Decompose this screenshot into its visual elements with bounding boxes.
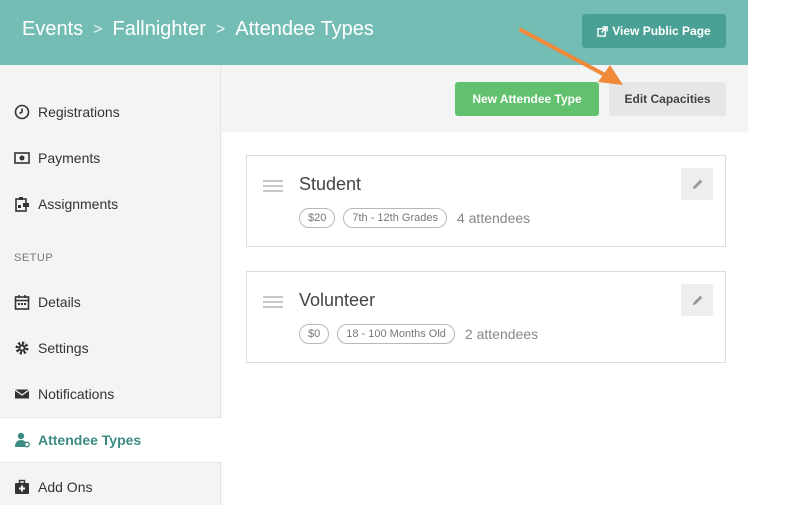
breadcrumb-separator: >	[215, 20, 226, 38]
money-icon	[14, 150, 30, 166]
breadcrumb-separator: >	[93, 20, 103, 38]
sidebar-item-label: Notifications	[38, 386, 115, 402]
sidebar-item-label: Payments	[38, 150, 101, 166]
sidebar-item-payments[interactable]: Payments	[0, 135, 221, 181]
breadcrumb-events[interactable]: Events	[22, 18, 83, 41]
edit-attendee-type-button[interactable]	[681, 168, 713, 200]
sidebar-item-label: Settings	[38, 340, 89, 356]
pencil-icon	[692, 179, 702, 189]
calendar-icon	[14, 294, 30, 310]
drag-handle-icon[interactable]	[263, 296, 283, 308]
annotation-arrow-icon	[519, 28, 623, 85]
setup-section-label: SETUP	[14, 252, 54, 264]
clock-icon	[14, 104, 30, 120]
sidebar-item-details[interactable]: Details	[0, 279, 221, 325]
toolbar: New Attendee Type Edit Capacities	[222, 65, 748, 132]
sidebar-item-label: Registrations	[38, 104, 120, 120]
attendee-type-name: Volunteer	[299, 290, 376, 310]
drag-handle-icon[interactable]	[263, 180, 283, 192]
attendee-type-card: Volunteer $0 18 - 100 Months Old 2 atten…	[246, 271, 726, 363]
sidebar-item-add-ons[interactable]: Add Ons	[0, 464, 221, 505]
envelope-icon	[14, 386, 30, 402]
range-badge: 18 - 100 Months Old	[337, 324, 455, 344]
range-badge: 7th - 12th Grades	[343, 208, 447, 228]
attendee-count: 2 attendees	[464, 326, 539, 342]
page-header: Events > Fallnighter > Attendee Types Vi…	[0, 0, 748, 65]
attendee-count: 4 attendees	[456, 210, 531, 226]
sidebar-item-assignments[interactable]: Assignments	[0, 181, 221, 227]
attendee-type-meta: $20 7th - 12th Grades 4 attendees	[299, 208, 530, 228]
attendee-type-meta: $0 18 - 100 Months Old 2 attendees	[299, 324, 538, 344]
sidebar-item-label: Assignments	[38, 196, 119, 212]
main-content: New Attendee Type Edit Capacities Studen…	[222, 65, 748, 505]
sidebar-item-notifications[interactable]: Notifications	[0, 371, 221, 417]
app-window: Events > Fallnighter > Attendee Types Vi…	[0, 0, 748, 505]
breadcrumb-fallnighter[interactable]: Fallnighter	[113, 18, 206, 41]
medkit-icon	[14, 479, 30, 495]
sidebar-item-label: Details	[38, 294, 81, 310]
edit-attendee-type-button[interactable]	[681, 284, 713, 316]
sidebar-item-label: Attendee Types	[38, 432, 142, 448]
breadcrumb: Events > Fallnighter > Attendee Types	[22, 18, 374, 41]
attendee-icon	[14, 432, 30, 448]
sidebar-item-settings[interactable]: Settings	[0, 325, 221, 371]
attendee-type-card: Student $20 7th - 12th Grades 4 attendee…	[246, 155, 726, 247]
breadcrumb-current: Attendee Types	[235, 18, 374, 40]
attendee-type-name: Student	[299, 174, 362, 194]
price-badge: $20	[299, 208, 336, 228]
assignment-icon	[14, 196, 30, 212]
sidebar: Registrations Payments Assignments SETUP…	[0, 65, 222, 505]
pencil-icon	[692, 295, 702, 305]
gear-icon	[14, 340, 30, 356]
sidebar-item-attendee-types[interactable]: Attendee Types	[0, 417, 222, 463]
sidebar-item-label: Add Ons	[38, 479, 93, 495]
sidebar-item-registrations[interactable]: Registrations	[0, 89, 221, 135]
price-badge: $0	[299, 324, 330, 344]
